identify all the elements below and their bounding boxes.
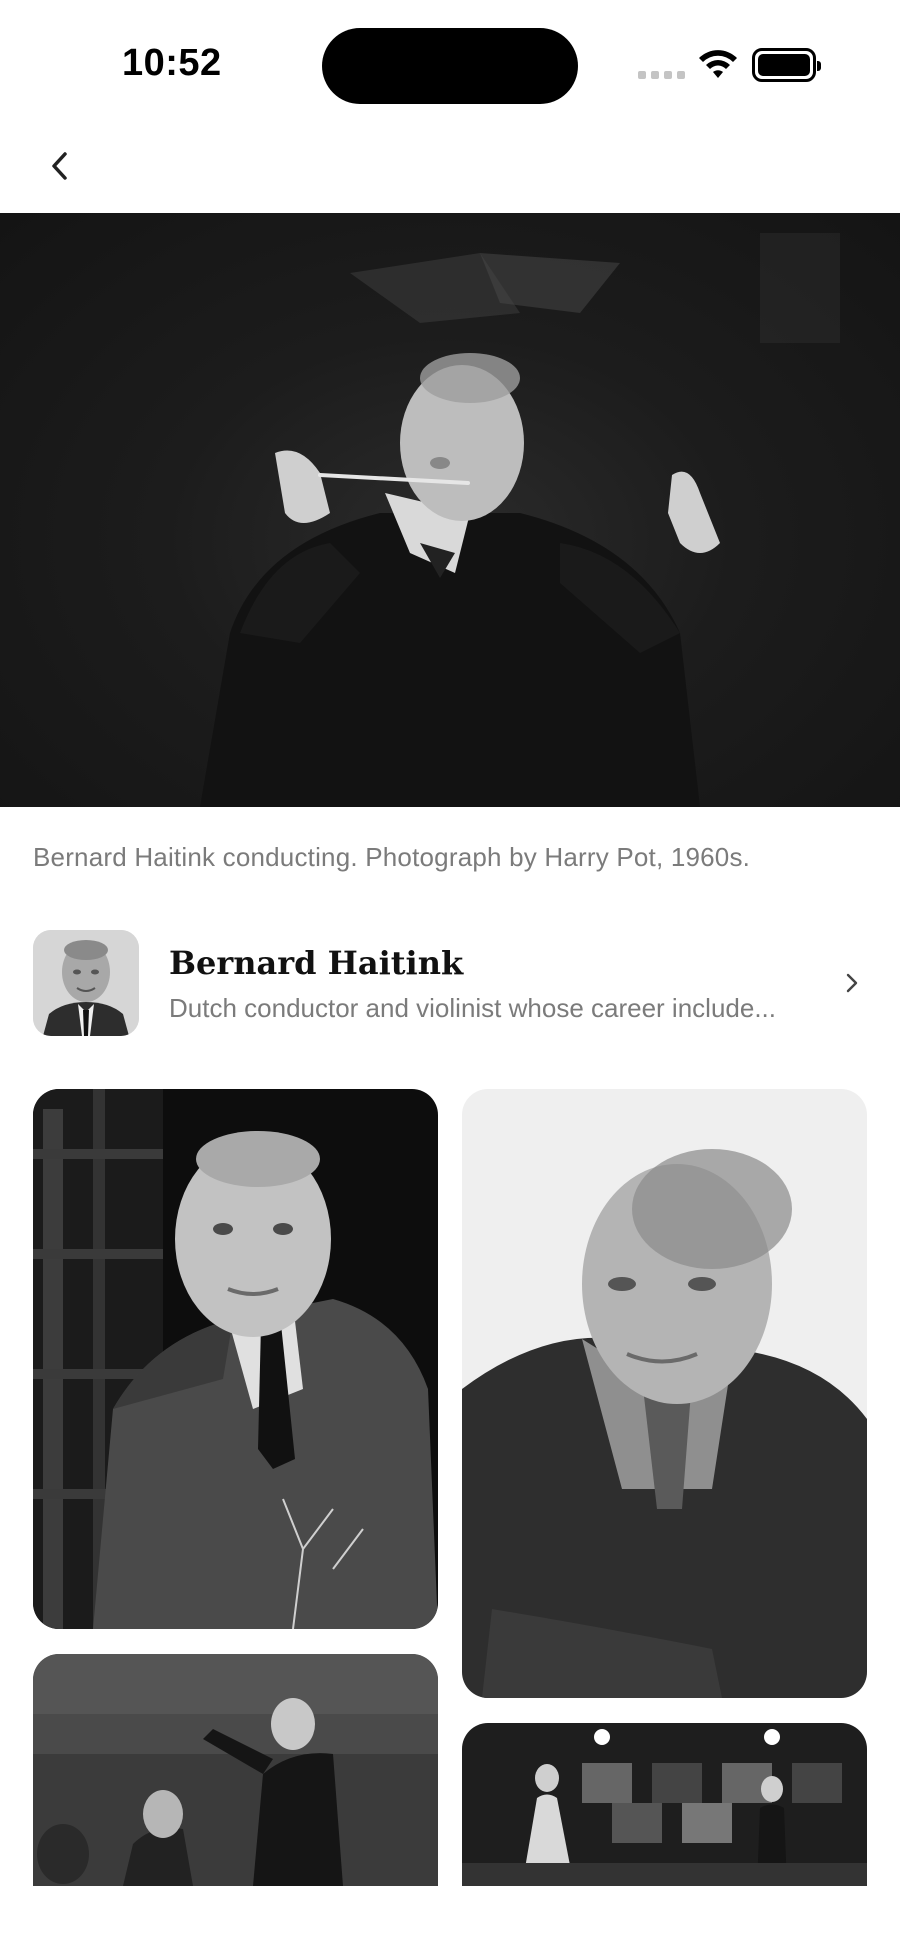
gallery-photo-concert-stage[interactable]	[462, 1723, 867, 1886]
chevron-right-icon	[837, 972, 867, 994]
person-info: Bernard Haitink Dutch conductor and viol…	[169, 943, 837, 1024]
gallery-photo-young-portrait[interactable]	[33, 1089, 438, 1629]
photo-caption: Bernard Haitink conducting. Photograph b…	[33, 842, 751, 872]
hero-image[interactable]	[0, 213, 900, 807]
nav-bar	[0, 120, 900, 213]
person-row[interactable]: Bernard Haitink Dutch conductor and viol…	[33, 929, 867, 1037]
battery-icon	[752, 48, 821, 82]
wifi-icon	[697, 48, 739, 87]
cellular-signal-icon	[638, 71, 685, 79]
person-avatar	[33, 930, 139, 1036]
person-description: Dutch conductor and violinist whose care…	[169, 992, 776, 1023]
chevron-left-icon	[52, 152, 67, 180]
back-button[interactable]	[40, 146, 80, 186]
gallery-photo-older-portrait[interactable]	[462, 1089, 867, 1698]
status-time: 10:52	[122, 42, 222, 84]
person-name: Bernard Haitink	[169, 943, 464, 982]
status-bar: 10:52	[0, 0, 900, 120]
dynamic-island	[322, 28, 578, 104]
gallery-photo-orchestra-conducting[interactable]	[33, 1654, 438, 1886]
